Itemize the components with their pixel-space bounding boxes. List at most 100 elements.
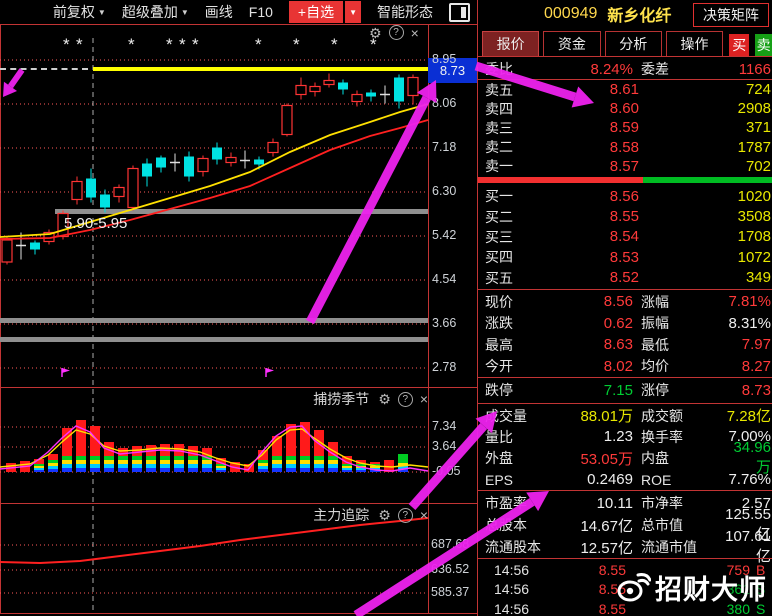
price-range-annotation: 5.90-5.95 xyxy=(64,215,127,232)
decision-matrix-button[interactable]: 决策矩阵 xyxy=(693,3,769,27)
add-watchlist-button[interactable]: +自选 ▼ xyxy=(289,1,361,23)
quote-tabs: 报价 资金 分析 操作 买 卖 xyxy=(482,30,772,56)
sell-queue: 卖五8.61724 卖四8.602908 卖三8.59371 卖二8.58178… xyxy=(478,80,772,176)
menu-draw-line[interactable]: 画线 xyxy=(205,2,233,22)
limit-price-line xyxy=(93,67,478,71)
weibi-row: 委比 8.24% 委差 1166 xyxy=(478,59,772,79)
svg-text:*: * xyxy=(331,35,338,54)
axis-tick-label: 2.78 xyxy=(432,360,456,374)
price-stats: 现价8.56涨幅7.81% 涨跌0.62振幅8.31% 最高8.63最低7.97… xyxy=(478,291,772,377)
help-icon[interactable]: ? xyxy=(398,392,413,407)
buy-row-5[interactable]: 买五8.52349 xyxy=(478,268,772,288)
buy-row-2[interactable]: 买二8.553508 xyxy=(478,206,772,226)
sub-chart-header-fishing: 捕捞季节 ⚙ ? × xyxy=(292,389,428,409)
main-chart-controls: ⚙ ? × xyxy=(369,25,419,40)
menu-super-overlay[interactable]: 超级叠加 ▼ xyxy=(122,2,189,22)
axis-tick-label: 687.68 xyxy=(431,537,469,551)
sub-chart-header-main-force: 主力追踪 ⚙ ? × xyxy=(292,505,428,525)
sell-button[interactable]: 卖 xyxy=(755,34,772,56)
weibo-icon xyxy=(617,573,651,603)
sub-chart-title: 主力追踪 xyxy=(313,505,369,525)
close-icon[interactable]: × xyxy=(420,508,428,522)
stat-row: EPS0.2469ROE7.76% xyxy=(478,469,772,490)
tab-funds[interactable]: 资金 xyxy=(543,31,600,56)
close-icon[interactable]: × xyxy=(420,392,428,406)
weibi-label: 委比 xyxy=(485,59,561,79)
svg-text:*: * xyxy=(192,35,199,54)
menu-super-overlay-label: 超级叠加 xyxy=(122,2,178,22)
buy-button[interactable]: 买 xyxy=(729,34,749,56)
bid-ask-ratio-bar xyxy=(478,177,772,183)
add-watchlist-dropdown[interactable]: ▼ xyxy=(345,1,361,23)
axis-tick-label: -0.05 xyxy=(432,464,461,478)
sell-row-4[interactable]: 卖四8.602908 xyxy=(478,99,772,118)
tab-analysis[interactable]: 分析 xyxy=(605,31,662,56)
stat-row: 流通股本12.57亿流通市值107.61亿 xyxy=(478,536,772,558)
stat-row: 成交量88.01万成交额7.28亿 xyxy=(478,405,772,426)
svg-text:*: * xyxy=(128,35,135,54)
gear-icon[interactable]: ⚙ xyxy=(378,508,391,522)
gear-icon[interactable]: ⚙ xyxy=(369,26,382,40)
menu-forward-adjust-label: 前复权 xyxy=(53,2,95,22)
sell-row-1[interactable]: 卖一8.57702 xyxy=(478,157,772,176)
limit-row: 跌停7.15涨停8.73 xyxy=(478,379,772,401)
menu-smart-pattern[interactable]: 智能形态 xyxy=(377,2,433,22)
svg-text:*: * xyxy=(166,35,173,54)
weicha-label: 委差 xyxy=(641,59,719,79)
panel-toggle-icon[interactable] xyxy=(449,3,470,22)
menu-forward-adjust[interactable]: 前复权 ▼ xyxy=(53,2,106,22)
tab-quote[interactable]: 报价 xyxy=(482,31,539,56)
menu-f10[interactable]: F10 xyxy=(249,4,273,20)
watermark-text: 招财大师 xyxy=(655,568,767,607)
tab-operate[interactable]: 操作 xyxy=(666,31,723,56)
axis-tick-label: 7.34 xyxy=(432,419,456,433)
stock-header: 000949 新乡化纤 决策矩阵 xyxy=(478,0,772,28)
chart-toolbar: 前复权 ▼ 超级叠加 ▼ 画线 F10 +自选 ▼ 智能形态 xyxy=(0,0,478,24)
buy-row-3[interactable]: 买三8.541708 xyxy=(478,227,772,247)
axis-tick-label: 7.18 xyxy=(432,140,456,154)
axis-tick-label: 585.37 xyxy=(431,585,469,599)
axis-tick-label: 636.52 xyxy=(431,562,469,576)
watermark: 招财大师 xyxy=(617,568,767,607)
chevron-down-icon: ▼ xyxy=(181,8,189,17)
sell-row-3[interactable]: 卖三8.59371 xyxy=(478,118,772,137)
svg-text:*: * xyxy=(293,35,300,54)
axis-tick-label: 5.42 xyxy=(432,228,456,242)
quote-panel: 000949 新乡化纤 决策矩阵 报价 资金 分析 操作 买 卖 委比 8.24… xyxy=(478,0,772,616)
buy-row-4[interactable]: 买四8.531072 xyxy=(478,247,772,267)
buy-queue: 买一8.561020 买二8.553508 买三8.541708 买四8.531… xyxy=(478,186,772,288)
sell-row-5[interactable]: 卖五8.61724 xyxy=(478,80,772,99)
help-icon[interactable]: ? xyxy=(398,508,413,523)
axis-tick-label: 4.54 xyxy=(432,272,456,286)
buy-row-1[interactable]: 买一8.561020 xyxy=(478,186,772,206)
stat-row: 最高8.63最低7.97 xyxy=(478,334,772,356)
help-icon[interactable]: ? xyxy=(389,25,404,40)
sell-row-2[interactable]: 卖二8.581787 xyxy=(478,138,772,157)
stock-code: 000949 xyxy=(544,5,597,23)
svg-text:*: * xyxy=(63,35,70,54)
stat-row: 今开8.02均价8.27 xyxy=(478,356,772,378)
sub-chart-title: 捕捞季节 xyxy=(313,389,369,409)
volume-stats: 成交量88.01万成交额7.28亿 量比1.23换手率7.00% 外盘53.05… xyxy=(478,405,772,490)
close-icon[interactable]: × xyxy=(411,26,419,40)
axis-tick-label: 6.30 xyxy=(432,184,456,198)
gear-icon[interactable]: ⚙ xyxy=(378,392,391,406)
svg-text:*: * xyxy=(179,35,186,54)
stat-row: 涨跌0.62振幅8.31% xyxy=(478,313,772,335)
add-watchlist-label: +自选 xyxy=(289,1,343,23)
valuation-stats: 市盈率10.11市净率2.57 总股本14.67亿总市值125.55亿 流通股本… xyxy=(478,492,772,558)
stat-row: 外盘53.05万内盘34.96万 xyxy=(478,448,772,469)
axis-tick-label: 3.66 xyxy=(432,316,456,330)
axis-tick-label: 3.64 xyxy=(432,439,456,453)
axis-tick-label: 8.95 xyxy=(432,52,456,66)
weibi-value: 8.24% xyxy=(561,61,633,78)
axis-tick-label: 8.06 xyxy=(432,96,456,110)
trading-app-window: 前复权 ▼ 超级叠加 ▼ 画线 F10 +自选 ▼ 智能形态 ⚙ ? × 捕捞季… xyxy=(0,0,772,616)
chevron-down-icon: ▼ xyxy=(98,8,106,17)
stat-row: 现价8.56涨幅7.81% xyxy=(478,291,772,313)
weicha-value: 1166 xyxy=(719,61,772,78)
svg-text:*: * xyxy=(76,35,83,54)
bid-ratio-fill xyxy=(478,177,643,183)
svg-text:*: * xyxy=(255,35,262,54)
limit-dash-line xyxy=(0,68,88,70)
